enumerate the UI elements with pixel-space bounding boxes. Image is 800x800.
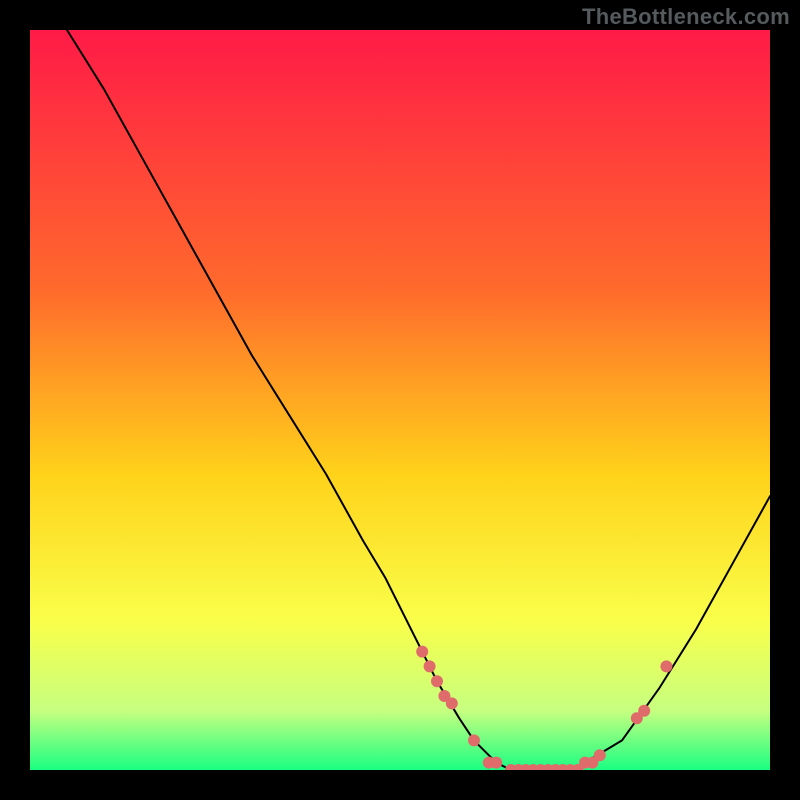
- chart-frame: TheBottleneck.com: [0, 0, 800, 800]
- marker-point: [490, 757, 502, 769]
- marker-point: [468, 734, 480, 746]
- chart-svg: [30, 30, 770, 770]
- marker-point: [660, 660, 672, 672]
- marker-point: [638, 705, 650, 717]
- marker-point: [594, 749, 606, 761]
- marker-point: [431, 675, 443, 687]
- marker-point: [446, 697, 458, 709]
- watermark-text: TheBottleneck.com: [582, 4, 790, 30]
- gradient-background: [30, 30, 770, 770]
- marker-point: [424, 660, 436, 672]
- marker-point: [416, 646, 428, 658]
- plot-area: [30, 30, 770, 770]
